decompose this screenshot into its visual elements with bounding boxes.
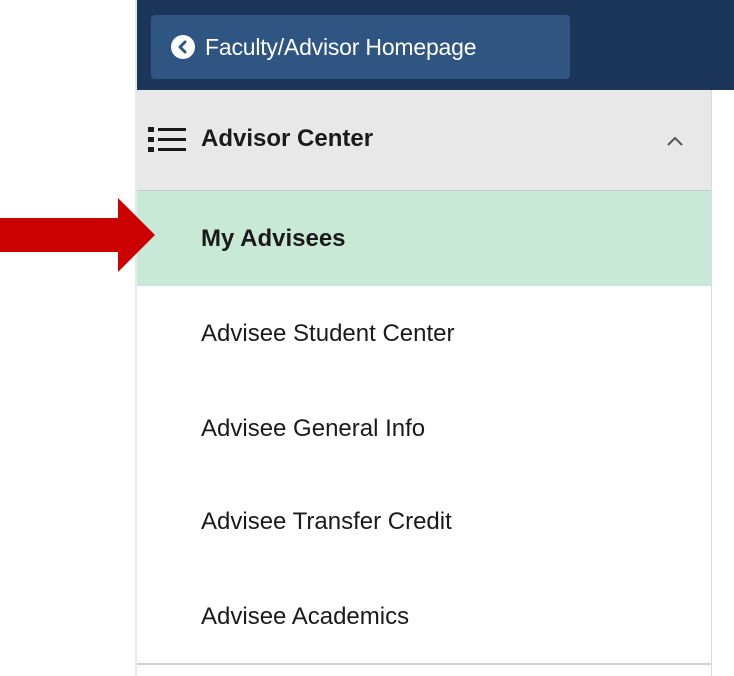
red-arrow-icon — [0, 198, 155, 272]
nav-item-label: Advisee Student Center — [201, 320, 455, 347]
nav-item-label: My Advisees — [201, 225, 346, 252]
back-button-label: Faculty/Advisor Homepage — [205, 33, 477, 60]
advisor-center-section-header[interactable]: Advisor Center — [137, 90, 711, 191]
section-title: Advisor Center — [201, 125, 374, 152]
nav-item-advisee-student-center[interactable]: Advisee Student Center — [137, 286, 711, 381]
chevron-up-icon[interactable] — [665, 134, 685, 148]
nav-item-label: Advisee Transfer Credit — [201, 508, 452, 535]
nav-item-my-advisees[interactable]: My Advisees — [137, 191, 711, 286]
nav-item-advisee-general-info[interactable]: Advisee General Info — [137, 381, 711, 476]
panel-right-edge — [711, 90, 734, 676]
back-to-homepage-button[interactable]: Faculty/Advisor Homepage — [151, 15, 570, 79]
divider — [137, 663, 711, 665]
nav-panel: Advisor Center My Advisees Advisee Stude… — [137, 90, 711, 676]
nav-item-advisee-transfer-credit[interactable]: Advisee Transfer Credit — [137, 474, 711, 569]
nav-item-label: Advisee Academics — [201, 603, 410, 630]
nav-item-label: Advisee General Info — [201, 415, 426, 442]
nav-item-advisee-academics[interactable]: Advisee Academics — [137, 569, 711, 664]
chevron-left-icon — [171, 35, 195, 59]
list-icon — [148, 127, 186, 152]
advisor-center-screen: Faculty/Advisor Homepage Advisor Center … — [0, 0, 734, 676]
